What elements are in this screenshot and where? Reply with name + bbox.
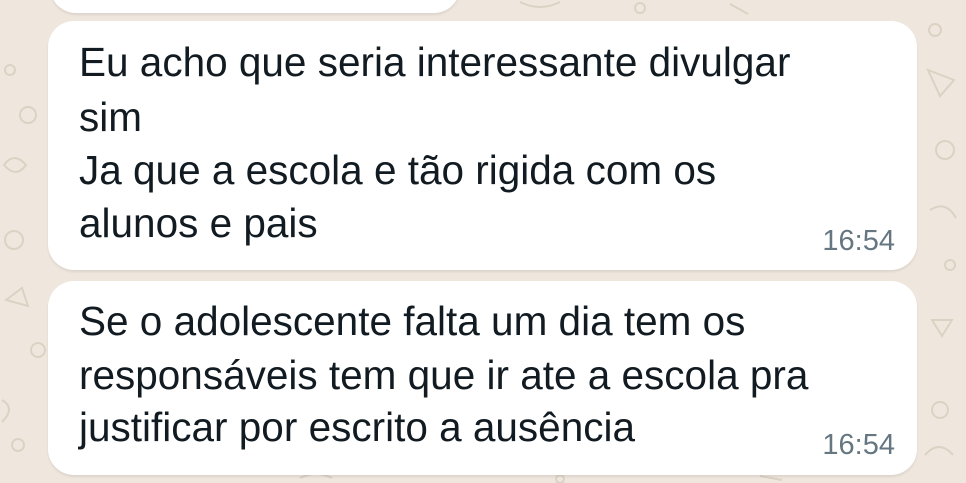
message-bubble[interactable]: Eu acho que seria interessante divulgar … xyxy=(48,21,917,270)
message-timestamp: 16:54 xyxy=(822,429,895,461)
message-text-line: Ja que a escola e tão rigida com os xyxy=(79,147,717,193)
message-text-line: alunos e pais xyxy=(79,200,318,246)
message-text-line: responsáveis tem que ir ate a escola pra xyxy=(79,352,809,398)
message-text-line: justificar por escrito a ausência xyxy=(79,404,636,450)
message-bubble[interactable]: Se o adolescente falta um dia tem os res… xyxy=(48,281,917,475)
previous-message-bubble[interactable] xyxy=(50,0,460,13)
message-text-line: Se o adolescente falta um dia tem os xyxy=(79,298,746,344)
message-text-line: sim xyxy=(79,94,142,140)
message-text-line: Eu acho que seria interessante divulgar xyxy=(79,39,791,85)
message-timestamp: 16:54 xyxy=(822,225,895,257)
